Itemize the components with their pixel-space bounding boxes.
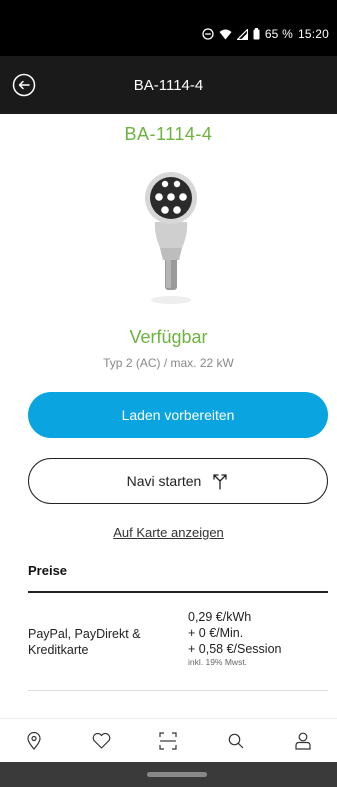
app-bar: BA-1114-4 [0,56,337,114]
bottom-navigation [0,718,337,762]
user-icon [295,732,311,750]
status-icons: 65 % 15:20 [202,26,329,42]
wifi-icon [219,29,232,39]
start-navigation-button[interactable]: Navi starten [28,458,328,504]
nav-map[interactable] [14,721,54,761]
clock: 15:20 [297,27,329,41]
price-list: 0,29 €/kWh + 0 €/Min. + 0,58 €/Session i… [188,609,328,668]
type2-plug-icon [145,172,197,304]
home-gesture-handle[interactable] [147,772,207,777]
price-per-session: + 0,58 €/Session [188,642,282,656]
battery-icon [253,28,260,40]
vat-note: inkl. 19% Mwst. [188,657,248,667]
nav-favorites[interactable] [81,721,121,761]
nav-profile[interactable] [283,721,323,761]
signal-icon [236,28,248,40]
start-navigation-label: Navi starten [126,473,202,489]
availability-status: Verfügbar [129,327,208,347]
battery-percent: 65 % [264,27,293,41]
nav-search[interactable] [216,721,256,761]
navigation-fork-icon [213,474,227,490]
system-gesture-bar [0,762,337,787]
status-bar: 65 % 15:20 [0,0,337,56]
scan-icon [159,731,178,750]
location-pin-icon [27,731,41,750]
payment-methods: PayPal, PayDirekt & Kreditkarte [28,627,141,657]
heart-icon [92,732,110,749]
price-per-kwh: 0,29 €/kWh [188,610,252,624]
station-title: BA-1114-4 [124,124,213,144]
header-title: BA-1114-4 [133,77,204,94]
prepare-charging-button[interactable]: Laden vorbereiten [28,392,328,438]
connector-type: Typ 2 (AC) / max. 22 kW [103,356,234,370]
price-per-minute: + 0 €/Min. [188,626,244,640]
price-divider [28,690,328,691]
nav-scan[interactable] [148,721,188,761]
search-icon [228,733,244,748]
show-on-map-link[interactable]: Auf Karte anzeigen [0,525,337,540]
do-not-disturb-icon [202,28,214,40]
section-divider [28,591,328,593]
prices-heading: Preise [28,563,68,578]
